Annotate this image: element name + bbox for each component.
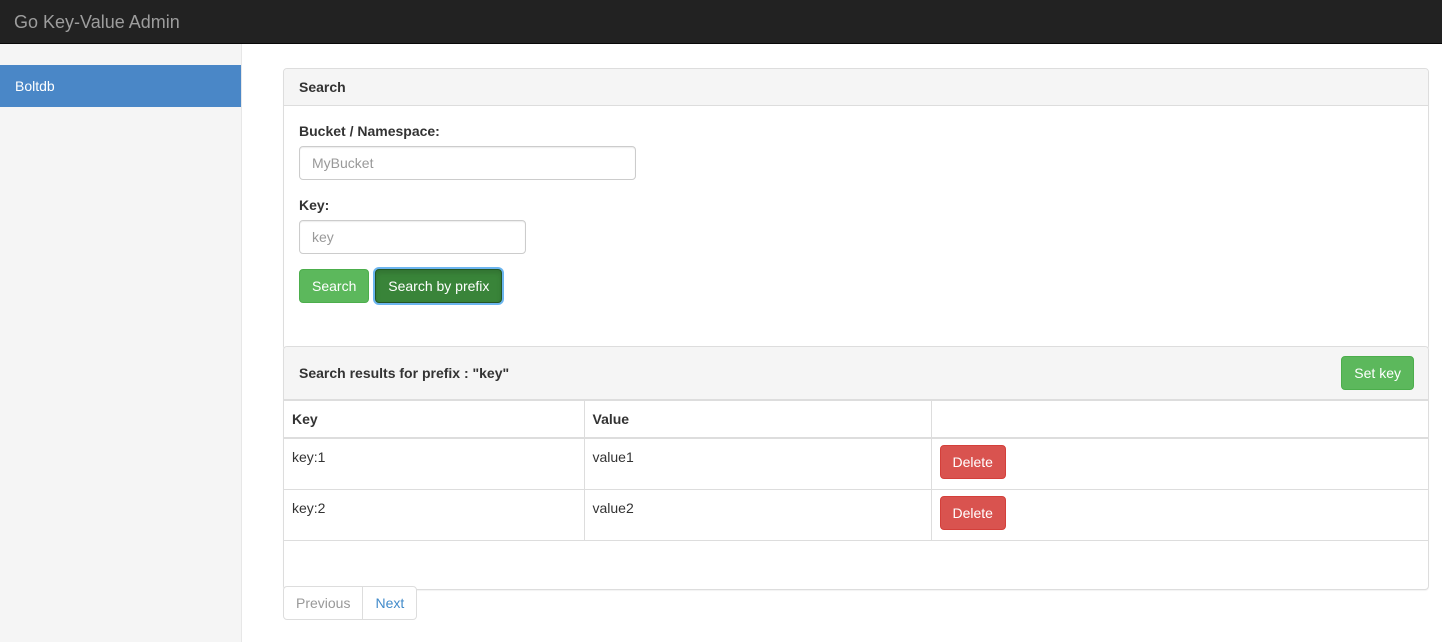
key-input[interactable] (299, 220, 526, 254)
cell-value: value1 (583, 437, 932, 490)
cell-value: value2 (583, 488, 932, 541)
top-navbar: Go Key-Value Admin (0, 0, 1442, 44)
search-button[interactable]: Search (299, 269, 370, 303)
sidebar: Boltdb (0, 44, 242, 642)
results-table-head: Key Value (284, 400, 1428, 439)
cell-actions: Delete (930, 488, 1428, 541)
main-content: Search Bucket / Namespace: Key: Search S… (242, 44, 1442, 642)
results-panel: Search results for prefix : "key" Set ke… (283, 346, 1429, 590)
key-label: Key: (299, 197, 330, 213)
key-form-group: Key: (299, 195, 1413, 254)
search-panel-title: Search (299, 79, 346, 95)
search-panel-body: Bucket / Namespace: Key: Search Search b… (284, 106, 1428, 318)
sidebar-item-boltdb[interactable]: Boltdb (0, 65, 241, 107)
cell-key: key:1 (284, 437, 585, 490)
delete-button[interactable]: Delete (939, 495, 1006, 530)
bucket-input[interactable] (299, 146, 636, 180)
results-table-body: key:1 value1 Delete key:2 value2 Delete (284, 437, 1428, 541)
search-button-row: Search Search by prefix (299, 269, 1413, 303)
table-row: key:2 value2 Delete (284, 488, 1428, 541)
pagination-previous-label: Previous (283, 586, 364, 620)
results-panel-heading: Search results for prefix : "key" Set ke… (284, 347, 1428, 400)
column-header-actions (930, 400, 1428, 439)
delete-button[interactable]: Delete (939, 445, 1006, 479)
column-header-value: Value (583, 400, 932, 439)
column-header-key: Key (284, 400, 585, 439)
pagination-wrapper: Previous Next (283, 586, 418, 625)
search-panel-heading: Search (284, 69, 1428, 106)
search-panel: Search Bucket / Namespace: Key: Search S… (283, 68, 1429, 350)
cell-actions: Delete (930, 437, 1428, 490)
table-row: key:1 value1 Delete (284, 437, 1428, 490)
set-key-button[interactable]: Set key (1341, 356, 1414, 390)
sidebar-nav-list: Boltdb (0, 65, 241, 107)
pagination-next-label[interactable]: Next (362, 586, 418, 620)
results-panel-title: Search results for prefix : "key" (299, 365, 510, 381)
search-by-prefix-button[interactable]: Search by prefix (375, 269, 503, 303)
navbar-brand[interactable]: Go Key-Value Admin (14, 0, 180, 44)
pagination: Previous Next (283, 586, 418, 620)
sidebar-item-boltdb-link[interactable]: Boltdb (0, 65, 241, 107)
results-table: Key Value key:1 value1 Delete key:2 valu… (284, 400, 1428, 541)
bucket-form-group: Bucket / Namespace: (299, 121, 1413, 180)
cell-key: key:2 (284, 488, 585, 541)
bucket-label: Bucket / Namespace: (299, 123, 440, 139)
table-header-row: Key Value (284, 400, 1428, 439)
